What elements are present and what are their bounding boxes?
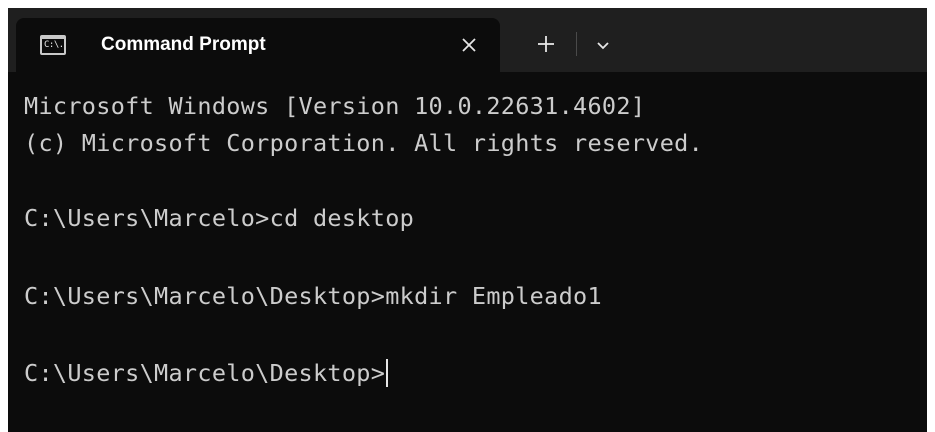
command-prompt-line[interactable]: C:\Users\Marcelo\Desktop> <box>24 357 389 389</box>
tab-bar: C:\. Command Prompt <box>8 8 927 72</box>
plus-icon <box>538 36 554 52</box>
chevron-down-icon <box>597 42 609 50</box>
console-output[interactable]: Microsoft Windows [Version 10.0.22631.46… <box>8 72 927 432</box>
tab-title: Command Prompt <box>101 34 266 55</box>
console-line: (c) Microsoft Corporation. All rights re… <box>24 129 704 157</box>
profiles-dropdown-button[interactable] <box>590 32 616 58</box>
close-icon <box>462 38 476 52</box>
terminal-icon-label: C:\. <box>44 40 64 50</box>
new-tab-button[interactable] <box>532 30 560 58</box>
console-line: C:\Users\Marcelo\Desktop>mkdir Empleado1 <box>24 282 602 310</box>
terminal-icon: C:\. <box>40 35 66 55</box>
close-tab-button[interactable] <box>454 30 484 60</box>
prompt-text: C:\Users\Marcelo\Desktop> <box>24 359 386 387</box>
console-line: C:\Users\Marcelo>cd desktop <box>24 204 415 232</box>
tab-command-prompt[interactable]: C:\. Command Prompt <box>16 18 500 72</box>
terminal-window: C:\. Command Prompt Microsoft Windows [V… <box>8 8 927 432</box>
text-cursor <box>386 359 389 387</box>
console-line: Microsoft Windows [Version 10.0.22631.46… <box>24 92 646 120</box>
tab-divider <box>576 32 577 56</box>
